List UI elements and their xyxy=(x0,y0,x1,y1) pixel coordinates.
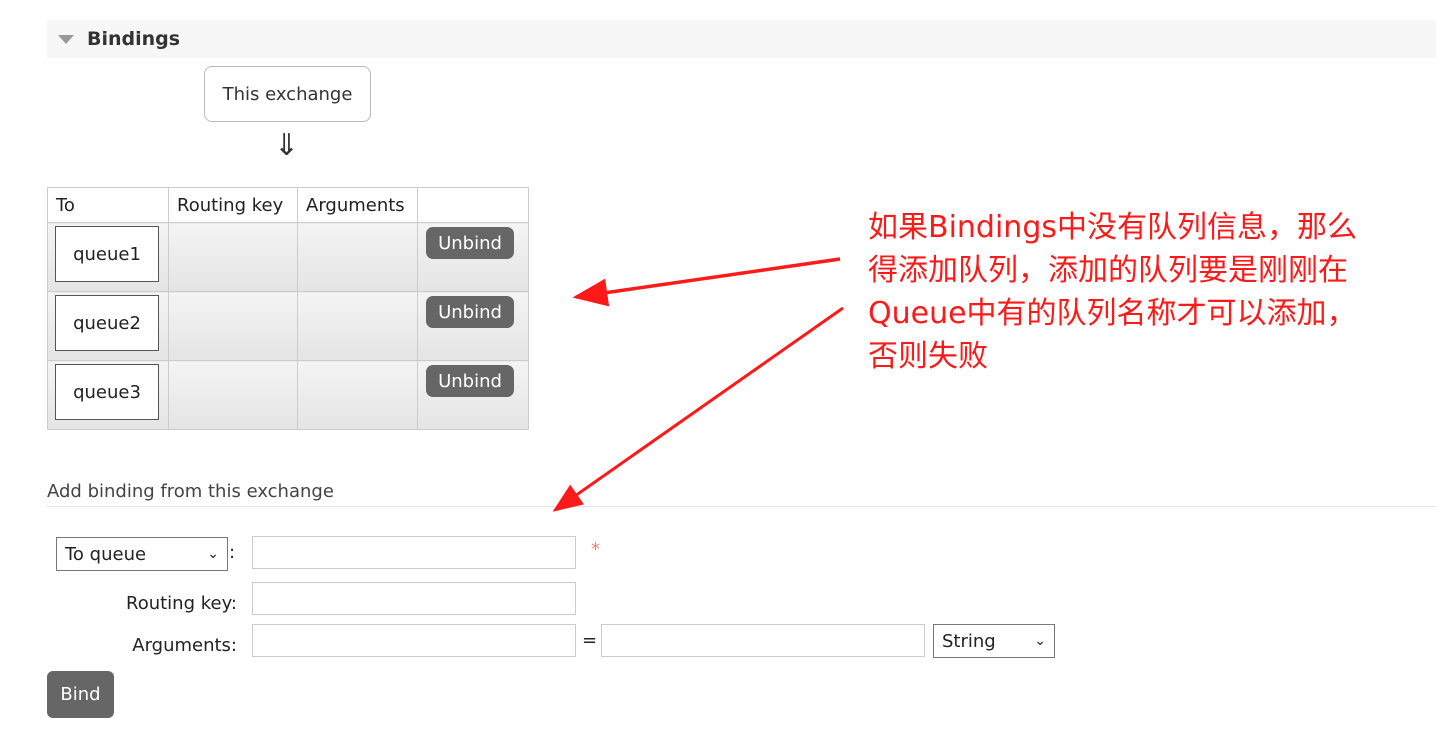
arrow-to-table xyxy=(572,257,841,307)
arrow-to-input xyxy=(552,306,844,512)
annotation-arrows xyxy=(552,257,844,512)
